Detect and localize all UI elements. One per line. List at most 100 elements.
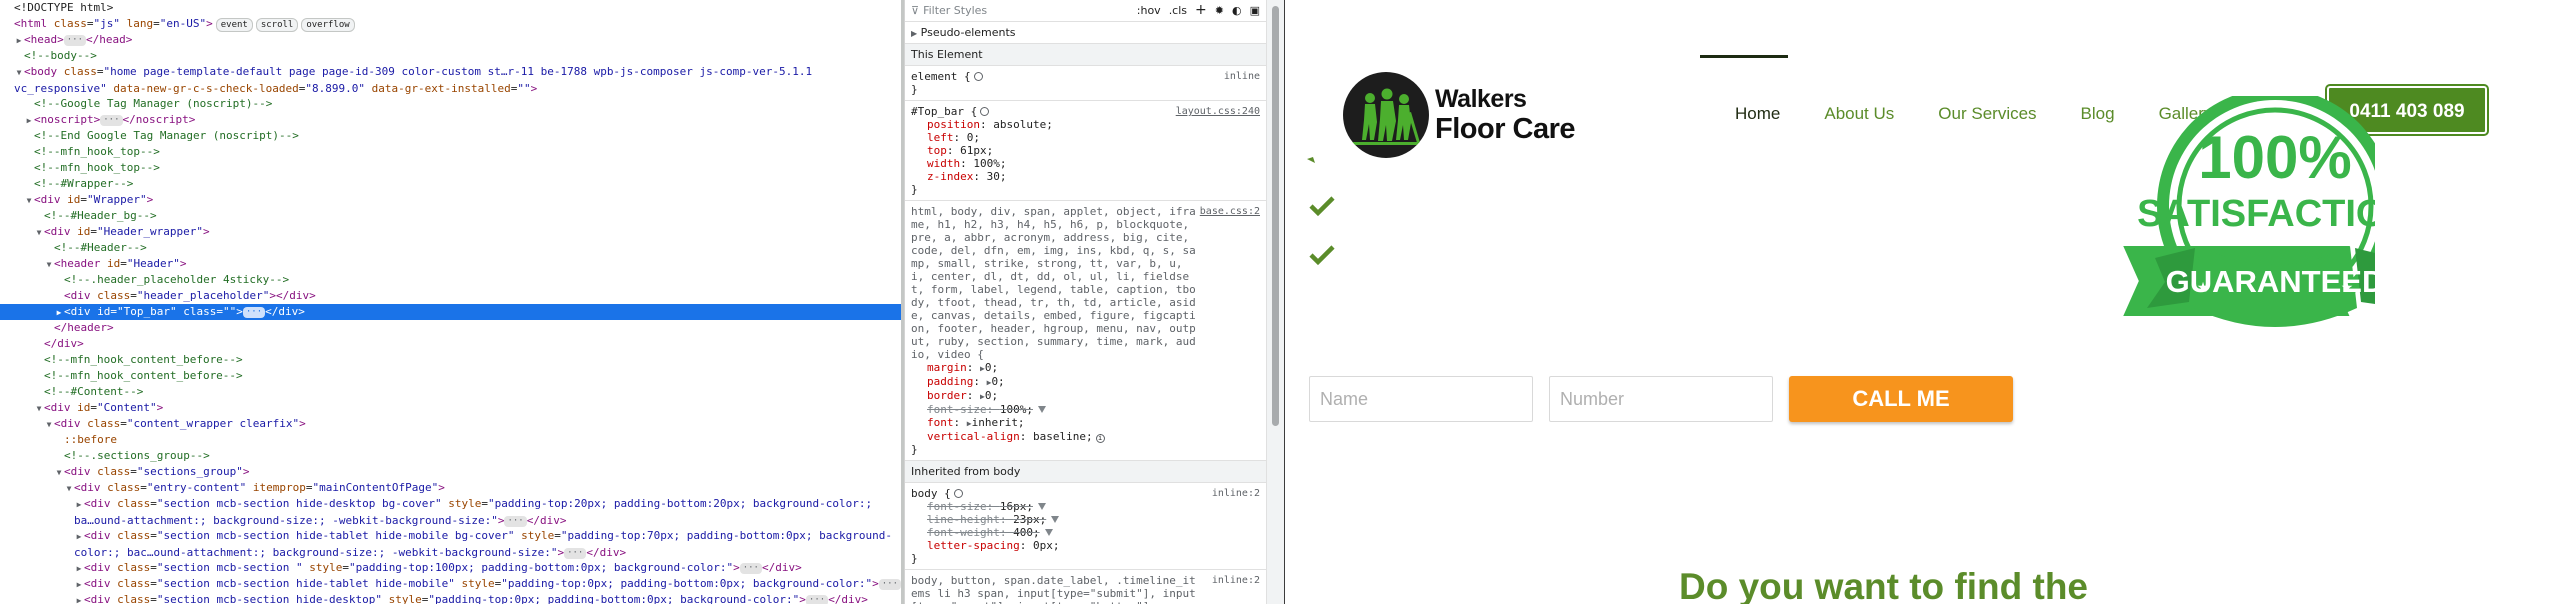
collapse-triangle-icon[interactable]: ▼ — [44, 417, 54, 432]
css-property-value[interactable]: 0; — [967, 131, 980, 144]
css-property-value[interactable]: 61px; — [960, 144, 993, 157]
expand-triangle-icon[interactable]: ▶ — [74, 577, 84, 592]
css-property-value[interactable]: 0; — [991, 375, 1004, 388]
css-property-value[interactable]: 0; — [985, 361, 998, 374]
css-property-name[interactable]: left — [927, 131, 954, 144]
top-bar-rule[interactable]: layout.css:240 #Top_bar { position: abso… — [905, 101, 1266, 201]
css-declaration[interactable]: font-weight: 400; — [911, 526, 1260, 539]
dom-node[interactable]: <!--mfn_hook_content_before--> — [0, 352, 901, 368]
dom-node[interactable]: <!--Google Tag Manager (noscript)--> — [0, 96, 901, 112]
dom-node[interactable]: <!--#Wrapper--> — [0, 176, 901, 192]
css-declaration[interactable]: width: 100%; — [911, 157, 1260, 170]
dom-node[interactable]: ▼ <div class="sections_group"> — [0, 464, 901, 480]
css-property-name[interactable]: top — [927, 144, 947, 157]
dom-node[interactable]: ▼ <div id="Content"> — [0, 400, 901, 416]
styles-scrollbar[interactable] — [1266, 0, 1284, 604]
dom-node[interactable]: ▼ <div class="entry-content" itemprop="ma… — [0, 480, 901, 496]
dom-node[interactable]: ▼ <div id="Wrapper"> — [0, 192, 901, 208]
dom-node[interactable]: <!--mfn_hook_content_before--> — [0, 368, 901, 384]
element-style-rule[interactable]: inline element { } — [905, 66, 1266, 101]
dom-node[interactable]: ▶ <div class="section mcb-section hide-de… — [0, 592, 901, 604]
dom-node[interactable]: <html class="js" lang="en-US"> event scrol… — [0, 16, 901, 32]
collapse-triangle-icon[interactable]: ▼ — [24, 193, 34, 208]
dom-node[interactable]: </header> — [0, 320, 901, 336]
css-declaration[interactable]: border: ▶0; — [911, 389, 1260, 403]
filter-styles-input[interactable]: ⊽ Filter Styles — [911, 4, 1129, 17]
dom-node[interactable]: <!--body--> — [0, 48, 901, 64]
nav-link-our-services[interactable]: Our Services — [1938, 104, 2036, 124]
hover-state-toggle[interactable]: :hov — [1137, 4, 1161, 17]
css-declaration[interactable]: vertical-align: baseline; i — [911, 430, 1260, 443]
dom-node[interactable]: </div> — [0, 336, 901, 352]
nav-link-about-us[interactable]: About Us — [1824, 104, 1894, 124]
css-declaration[interactable]: font-size: 16px; — [911, 500, 1260, 513]
body-button-rule[interactable]: inline:2 body, button, span.date_label, … — [905, 570, 1266, 604]
dom-node[interactable]: <!--mfn_hook_top--> — [0, 160, 901, 176]
dom-node[interactable]: <!DOCTYPE html> — [0, 0, 901, 16]
css-property-value[interactable]: absolute; — [993, 118, 1053, 131]
dom-node[interactable]: ▼ <header id="Header"> — [0, 256, 901, 272]
expand-triangle-icon[interactable]: ▶ — [54, 305, 64, 320]
css-declaration[interactable]: position: absolute; — [911, 118, 1260, 131]
css-declaration[interactable]: padding: ▶0; — [911, 375, 1260, 389]
css-property-value[interactable]: 100%; — [1000, 403, 1033, 416]
collapse-triangle-icon[interactable]: ▼ — [54, 465, 64, 480]
css-property-value[interactable]: 0; — [985, 389, 998, 402]
dom-node[interactable]: ▶ <div class="section mcb-section hide-ta… — [0, 576, 901, 592]
name-input[interactable]: Name — [1309, 376, 1533, 422]
dom-node[interactable]: <div class="header_placeholder"></div> — [0, 288, 901, 304]
dom-node-selected[interactable]: ▶ <div id="Top_bar" class=""> ··· </div> — [0, 304, 901, 320]
dom-node[interactable]: <!--End Google Tag Manager (noscript)--> — [0, 128, 901, 144]
dom-node[interactable]: ▶ <div class="section mcb-section " style… — [0, 560, 901, 576]
filter-funnel-icon[interactable] — [1037, 503, 1046, 510]
expand-triangle-icon[interactable]: ▶ — [24, 113, 34, 128]
base-rule[interactable]: base.css:2 html, body, div, span, applet… — [905, 201, 1266, 461]
css-property-value[interactable]: baseline; — [1033, 430, 1093, 443]
css-property-value[interactable]: 23px; — [1013, 513, 1046, 526]
css-property-name[interactable]: font-size — [927, 500, 987, 513]
dom-node[interactable]: ▼ <div class="content_wrapper clearfix"> — [0, 416, 901, 432]
dom-node[interactable]: ▼ <div id="Header_wrapper"> — [0, 224, 901, 240]
expand-triangle-icon[interactable]: ▶ — [74, 497, 84, 513]
add-rule-icon[interactable]: + — [1195, 3, 1207, 17]
gear-icon[interactable] — [953, 489, 963, 498]
dom-node[interactable]: <!--mfn_hook_top--> — [0, 144, 901, 160]
css-property-name[interactable]: vertical-align — [927, 430, 1020, 443]
css-property-name[interactable]: font-weight — [927, 526, 1000, 539]
css-declaration[interactable]: margin: ▶0; — [911, 361, 1260, 375]
dom-node[interactable]: ▶ <noscript> ··· </noscript> — [0, 112, 901, 128]
css-declaration[interactable]: left: 0; — [911, 131, 1260, 144]
dom-node[interactable]: ::before — [0, 432, 901, 448]
css-declaration[interactable]: font: ▶inherit; — [911, 416, 1260, 430]
filter-funnel-icon[interactable] — [1051, 516, 1060, 523]
expand-triangle-icon[interactable]: ▶ — [74, 593, 84, 604]
css-declaration[interactable]: z-index: 30; — [911, 170, 1260, 183]
number-input[interactable]: Number — [1549, 376, 1773, 422]
class-toggle[interactable]: .cls — [1169, 4, 1187, 17]
info-icon[interactable]: i — [1095, 434, 1105, 443]
css-property-name[interactable]: position — [927, 118, 980, 131]
css-property-name[interactable]: letter-spacing — [927, 539, 1020, 552]
collapse-triangle-icon[interactable]: ▼ — [34, 225, 44, 240]
collapse-triangle-icon[interactable]: ▼ — [64, 481, 74, 496]
computed-sidebar-icon[interactable]: ▣ — [1250, 4, 1260, 17]
dom-node[interactable]: <!--#Header--> — [0, 240, 901, 256]
dom-node[interactable]: ▼ <body class="home page-template-default… — [0, 64, 901, 96]
body-rule[interactable]: inline:2 body { font-size: 16px; line-hei… — [905, 483, 1266, 570]
css-property-name[interactable]: padding — [927, 375, 973, 388]
gear-icon[interactable] — [980, 107, 990, 116]
dom-node[interactable]: <!--#Content--> — [0, 384, 901, 400]
color-scheme-icon[interactable]: ◐ — [1232, 4, 1242, 17]
css-declaration[interactable]: font-size: 100%; — [911, 403, 1260, 416]
css-property-name[interactable]: border — [927, 389, 967, 402]
elements-tree-panel[interactable]: <!DOCTYPE html> <html class="js" lang="en… — [0, 0, 901, 604]
css-property-value[interactable]: 100%; — [973, 157, 1006, 170]
css-declaration[interactable]: line-height: 23px; — [911, 513, 1260, 526]
scrollbar-thumb[interactable] — [1272, 6, 1279, 426]
pseudo-elements-toggle[interactable]: ▶ Pseudo-elements — [905, 22, 1266, 44]
css-property-value[interactable]: 400; — [1013, 526, 1040, 539]
call-me-button[interactable]: CALL ME — [1789, 376, 2013, 422]
css-property-value[interactable]: inherit; — [972, 416, 1025, 429]
site-logo[interactable]: Walkers Floor Care — [1343, 72, 1623, 158]
filter-funnel-icon[interactable] — [1037, 406, 1046, 413]
